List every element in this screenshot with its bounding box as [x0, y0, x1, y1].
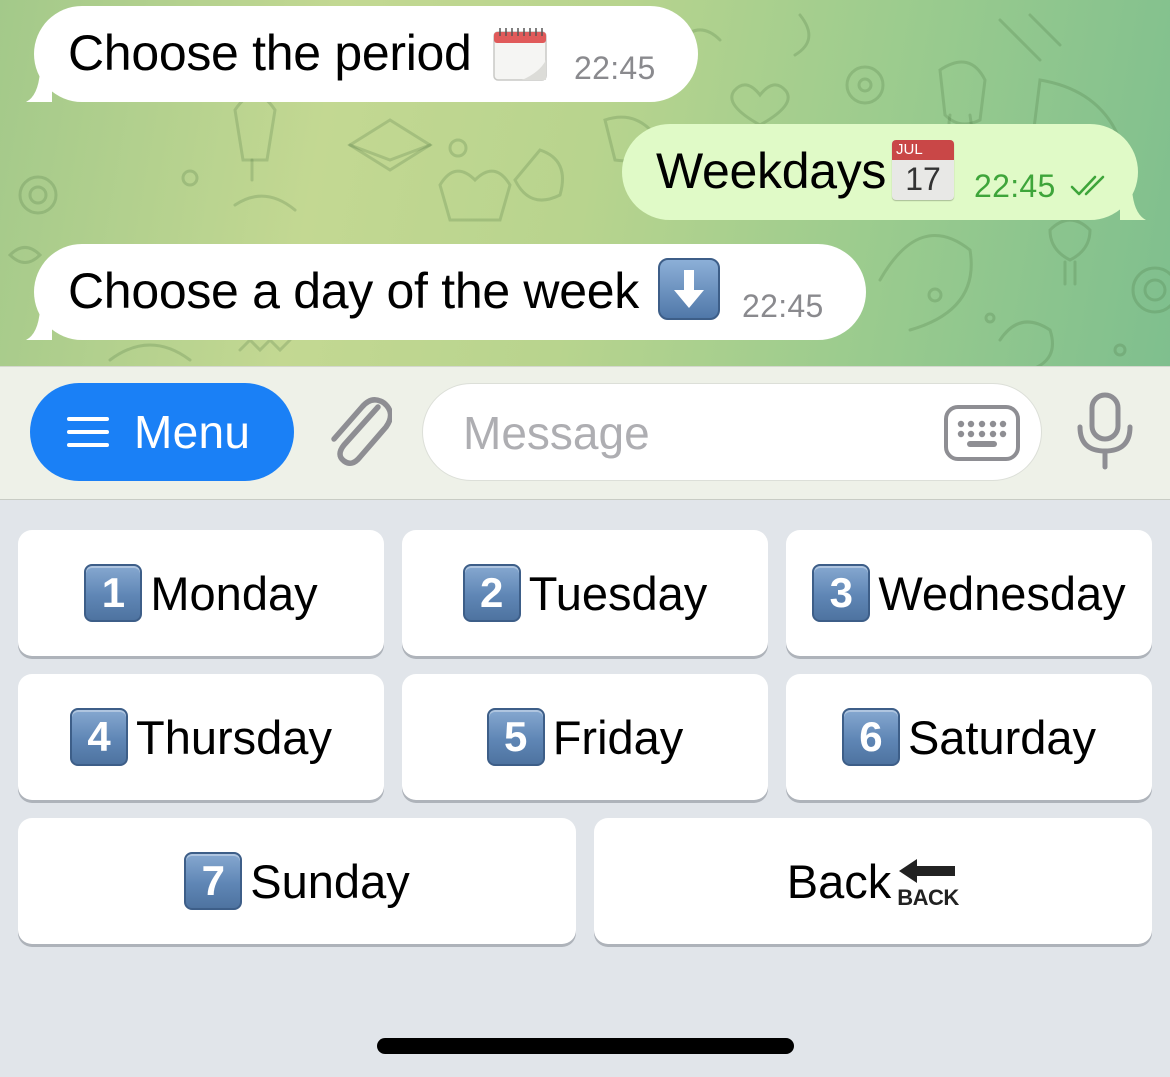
paperclip-icon[interactable] — [322, 393, 392, 469]
keyboard-button-label: Thursday — [136, 710, 332, 764]
calendar-month: JUL — [892, 140, 954, 160]
calendar-day: 17 — [905, 161, 941, 197]
microphone-icon[interactable] — [1072, 391, 1138, 471]
bubble-tail — [26, 310, 52, 340]
keyboard-button-label: Tuesday — [528, 566, 708, 620]
message-field[interactable] — [422, 383, 1042, 482]
keyboard-button-label: Friday — [552, 710, 684, 764]
keycap-4-icon: 4 — [70, 708, 129, 766]
calendar-jul-17-icon: JUL 17 — [892, 140, 954, 200]
back-arrow-text: BACK — [897, 885, 959, 910]
keycap-3-icon: 3 — [812, 564, 871, 622]
keyboard-button-sunday[interactable]: 7 Sunday — [18, 818, 576, 944]
keyboard-button-label: Sunday — [250, 854, 410, 908]
keyboard-button-tuesday[interactable]: 2 Tuesday — [402, 530, 768, 656]
home-indicator[interactable] — [377, 1038, 794, 1054]
spiral-calendar-icon — [493, 28, 547, 81]
keyboard-button-back[interactable]: Back BACK — [594, 818, 1152, 944]
bubble-tail — [26, 72, 52, 102]
message-input[interactable] — [461, 384, 945, 482]
hamburger-icon — [67, 417, 109, 447]
keyboard-button-thursday[interactable]: 4 Thursday — [18, 674, 384, 800]
keycap-5-icon: 5 — [486, 708, 545, 766]
message-bubble[interactable]: Choose the period 22:45 — [26, 6, 698, 102]
message-bubble[interactable]: Choose a day of the week 22:45 — [26, 244, 866, 340]
message-text: Weekdays — [656, 143, 887, 199]
down-arrow-icon — [658, 258, 720, 320]
keyboard-button-monday[interactable]: 1 Monday — [18, 530, 384, 656]
keyboard-button-label: Back — [786, 854, 892, 908]
keycap-2-icon: 2 — [462, 564, 521, 622]
message-text: Choose the period — [68, 25, 472, 81]
keyboard-button-saturday[interactable]: 6 Saturday — [786, 674, 1152, 800]
keyboard-button-friday[interactable]: 5 Friday — [402, 674, 768, 800]
keyboard-button-label: Wednesday — [878, 566, 1126, 620]
message-time: 22:45 — [974, 168, 1056, 204]
keyboard-icon[interactable] — [943, 404, 1021, 462]
chat-area[interactable]: Choose the period 22:45 Weekdays JUL 17 … — [0, 0, 1170, 366]
message-text: Choose a day of the week — [68, 263, 639, 319]
keycap-6-icon: 6 — [841, 708, 900, 766]
bubble-tail — [1120, 190, 1146, 220]
keyboard-button-label: Monday — [150, 566, 318, 620]
menu-button-label: Menu — [134, 406, 251, 458]
keycap-1-icon: 1 — [84, 564, 143, 622]
menu-button[interactable]: Menu — [30, 383, 294, 481]
back-arrow-icon: BACK — [897, 857, 959, 913]
read-double-check-icon — [1070, 175, 1105, 196]
message-time: 22:45 — [574, 50, 656, 86]
message-time: 22:45 — [742, 288, 824, 324]
message-input-bar: Menu — [0, 366, 1170, 500]
reply-keyboard: 1 Monday 2 Tuesday 3 Wednesday 4 Thursda… — [0, 500, 1170, 1077]
keyboard-button-wednesday[interactable]: 3 Wednesday — [786, 530, 1152, 656]
message-bubble[interactable]: Weekdays JUL 17 22:45 — [622, 124, 1146, 220]
keyboard-button-label: Saturday — [907, 710, 1097, 764]
keycap-7-icon: 7 — [184, 852, 243, 910]
